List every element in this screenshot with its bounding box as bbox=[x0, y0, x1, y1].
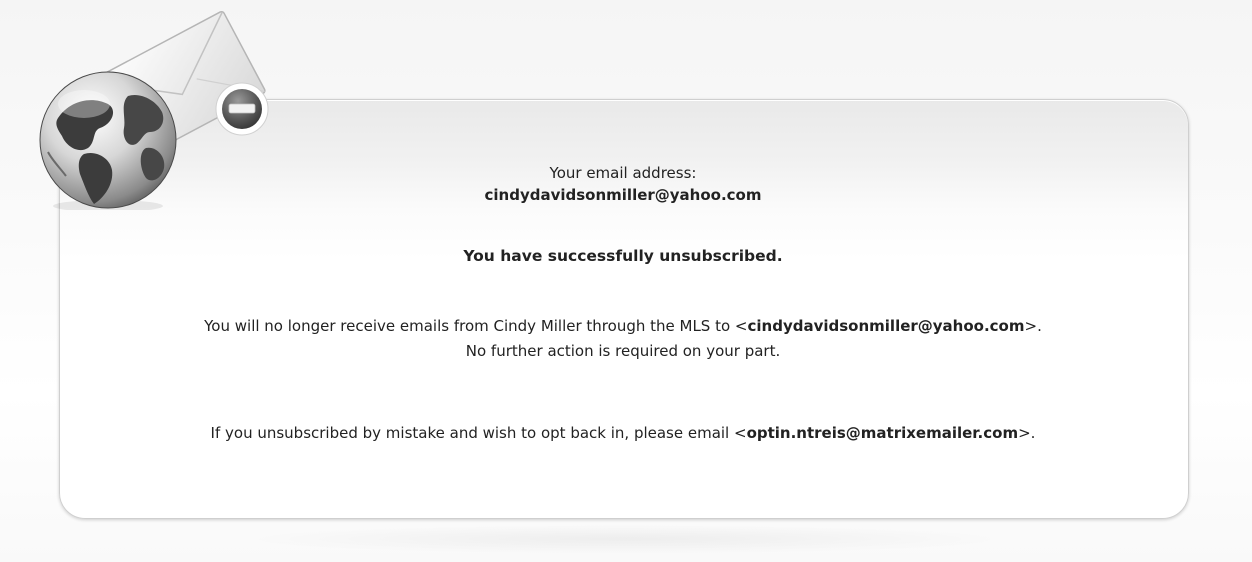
success-message: You have successfully unsubscribed. bbox=[463, 247, 783, 265]
no-action-required-notice: No further action is required on your pa… bbox=[465, 342, 781, 360]
notice-prefix: You will no longer receive emails from C… bbox=[204, 317, 748, 335]
unsubscribe-page: Your email address: cindydavidsonmiller@… bbox=[0, 0, 1252, 562]
optin-email: optin.ntreis@matrixemailer.com bbox=[746, 424, 1019, 442]
no-longer-receive-notice: You will no longer receive emails from C… bbox=[59, 316, 1187, 336]
optin-prefix: If you unsubscribed by mistake and wish … bbox=[210, 424, 747, 442]
opt-back-in-notice: If you unsubscribed by mistake and wish … bbox=[59, 423, 1187, 443]
panel-shadow bbox=[240, 524, 1010, 554]
email-address-label: Your email address: bbox=[549, 164, 697, 182]
notice-email: cindydavidsonmiller@yahoo.com bbox=[747, 317, 1025, 335]
email-address-value: cindydavidsonmiller@yahoo.com bbox=[484, 186, 762, 204]
notice-suffix: >. bbox=[1024, 317, 1042, 335]
optin-suffix: >. bbox=[1018, 424, 1036, 442]
remove-circle-icon bbox=[215, 82, 269, 136]
